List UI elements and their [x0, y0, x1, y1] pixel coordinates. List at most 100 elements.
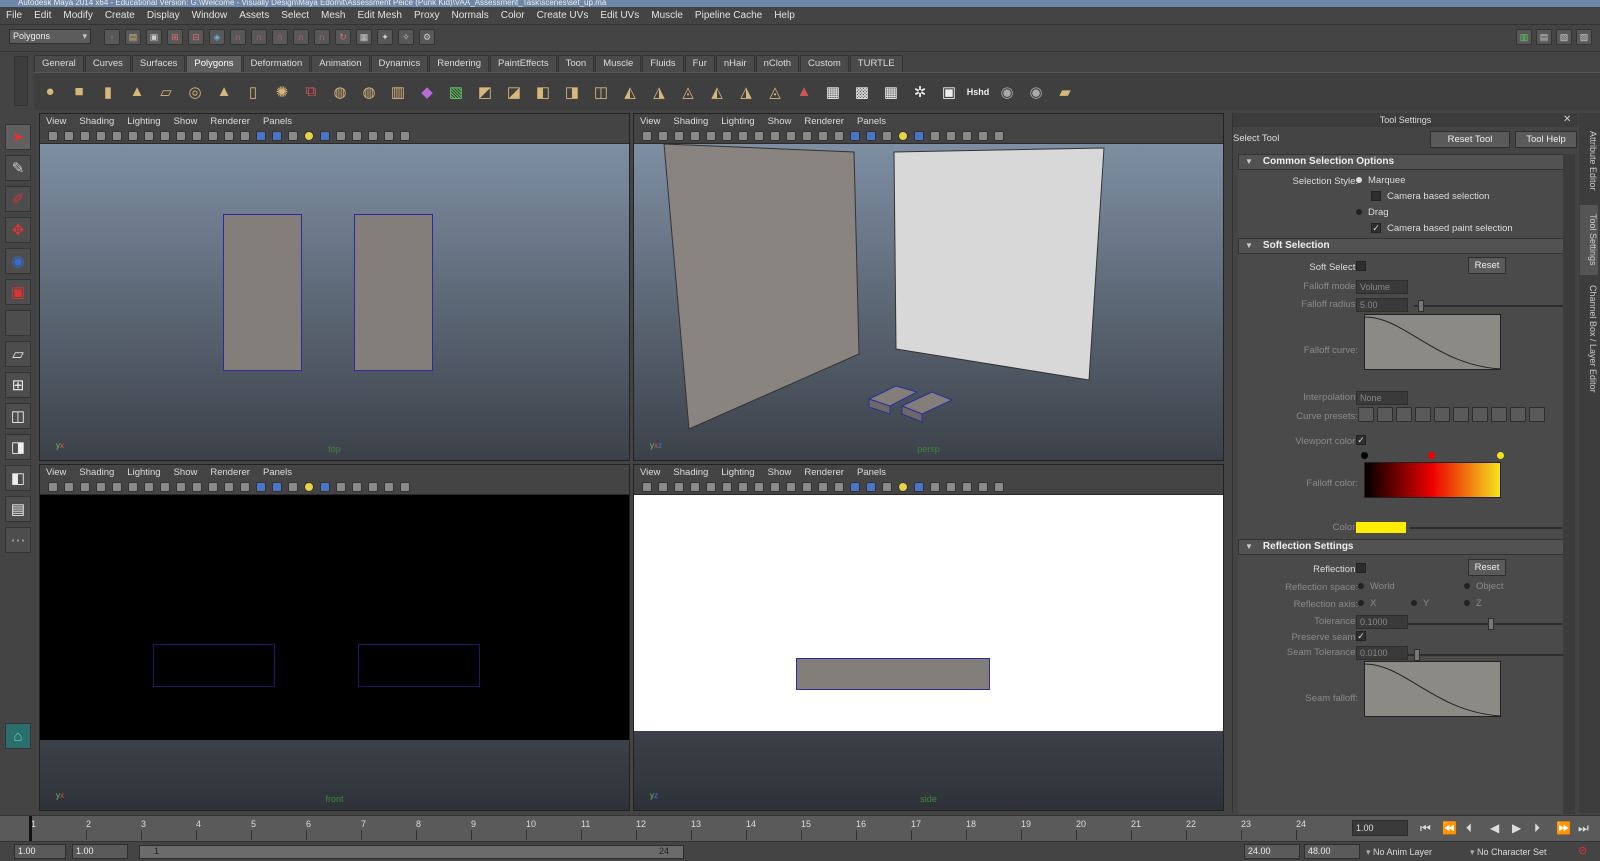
anti-aliasing-icon[interactable]: [400, 481, 410, 492]
menu-create[interactable]: Create: [99, 10, 141, 21]
shelf-tab-deformation[interactable]: Deformation: [242, 55, 311, 72]
select-hierarchy-icon[interactable]: ⊞: [167, 29, 183, 45]
playback-start-field[interactable]: 1.00: [72, 844, 128, 859]
safe-action-icon[interactable]: [208, 481, 218, 492]
viewport-top[interactable]: View Shading Lighting Show Renderer Pane…: [39, 113, 630, 461]
tab-channel-box[interactable]: Channel Box / Layer Editor: [1580, 279, 1598, 399]
append-polygon-icon[interactable]: ◪: [502, 80, 526, 104]
planar-mapping-icon[interactable]: ▦: [821, 80, 845, 104]
poly-cube-icon[interactable]: ■: [67, 80, 91, 104]
ramp-handle-black[interactable]: [1361, 452, 1368, 459]
step-forward-key-icon[interactable]: ⏵: [1534, 821, 1540, 836]
scale-tool-icon[interactable]: ▣: [5, 279, 31, 305]
range-slider[interactable]: 1 24: [139, 845, 684, 859]
color-swatch[interactable]: [1356, 522, 1406, 533]
render-settings-icon[interactable]: ⚙: [419, 29, 435, 45]
smooth-shade-icon[interactable]: [256, 481, 266, 492]
tolerance-slider[interactable]: [1408, 618, 1572, 630]
render-icon[interactable]: ✦: [377, 29, 393, 45]
new-scene-icon[interactable]: ▫: [104, 29, 120, 45]
select-component-icon[interactable]: ◈: [209, 29, 225, 45]
reset-tool-button[interactable]: Reset Tool: [1430, 131, 1510, 148]
collapse-arrow-icon[interactable]: ▼: [1245, 239, 1253, 253]
curve-preset-10-icon[interactable]: [1529, 407, 1545, 422]
isolate-select-icon[interactable]: [946, 130, 956, 141]
move-tool-icon[interactable]: ✥: [5, 217, 31, 243]
smooth-icon[interactable]: ◍: [357, 80, 381, 104]
ramp-handle-red[interactable]: [1428, 452, 1435, 459]
panel-menu-renderer[interactable]: Renderer: [804, 467, 844, 478]
bridge-icon[interactable]: ◩: [473, 80, 497, 104]
wedge-icon[interactable]: ◭: [705, 80, 729, 104]
insert-edge-loop-icon[interactable]: ◨: [560, 80, 584, 104]
viewport-color-checkbox[interactable]: ✓: [1356, 435, 1366, 446]
render-view-icon[interactable]: ▦: [356, 29, 372, 45]
step-back-key-icon[interactable]: ⏴: [1466, 821, 1472, 836]
smooth-shade-icon[interactable]: [850, 481, 860, 492]
shelf-tab-dynamics[interactable]: Dynamics: [370, 55, 429, 72]
toggle-tool-settings-icon[interactable]: ▧: [1556, 29, 1572, 45]
shelf-tab-turtle[interactable]: TURTLE: [849, 55, 903, 72]
seam-tolerance-field[interactable]: 0.0100: [1356, 646, 1408, 660]
camera-based-paint-checkbox[interactable]: ✓: [1371, 223, 1381, 234]
textured-icon[interactable]: [882, 130, 892, 141]
textured-icon[interactable]: [882, 481, 892, 492]
snap-surface-icon[interactable]: ∩: [314, 29, 330, 45]
lock-camera-icon[interactable]: [658, 130, 668, 141]
film-gate-icon[interactable]: [738, 481, 748, 492]
time-slider[interactable]: 1 2 3 4 5 6 7 8 9 10 11 12 13 14 15 16 17 18 19 20 21 22 23 24 …: [0, 815, 1600, 842]
use-all-lights-icon[interactable]: [304, 481, 314, 492]
panel-menu-panels[interactable]: Panels: [263, 467, 292, 478]
safe-title-icon[interactable]: [224, 130, 234, 141]
select-tool-icon[interactable]: ➤: [5, 124, 31, 150]
curve-preset-9-icon[interactable]: [1510, 407, 1526, 422]
axis-z-radio[interactable]: [1464, 600, 1470, 607]
ambient-occlusion-icon[interactable]: [962, 130, 972, 141]
poly-cone-icon[interactable]: ▲: [125, 80, 149, 104]
section-common-selection[interactable]: ▼ Common Selection Options: [1238, 154, 1575, 170]
panel-menu-lighting[interactable]: Lighting: [721, 116, 754, 127]
isolate-select-icon[interactable]: [352, 130, 362, 141]
automatic-mapping-icon[interactable]: ✲: [908, 80, 932, 104]
resolution-gate-icon[interactable]: [754, 481, 764, 492]
textured-icon[interactable]: [288, 130, 298, 141]
menu-edit-mesh[interactable]: Edit Mesh: [351, 10, 407, 21]
viewport-side[interactable]: View Shading Lighting Show Renderer Pane…: [633, 464, 1224, 811]
anti-aliasing-icon[interactable]: [994, 130, 1004, 141]
seam-falloff-graph[interactable]: [1364, 661, 1501, 717]
safe-title-icon[interactable]: [818, 130, 828, 141]
maya-logo-icon[interactable]: ⌂: [5, 723, 31, 749]
menu-edit-uvs[interactable]: Edit UVs: [594, 10, 645, 21]
section-soft-selection[interactable]: ▼ Soft Selection: [1238, 238, 1575, 254]
current-time-field[interactable]: 1.00: [1352, 820, 1408, 836]
reflection-checkbox[interactable]: [1356, 563, 1366, 574]
wireframe-icon[interactable]: [834, 481, 844, 492]
image-plane-icon[interactable]: [112, 481, 122, 492]
single-perspective-layout-icon[interactable]: ▱: [5, 341, 31, 367]
tool-settings-scroll[interactable]: ▼ Common Selection Options Selection Styl…: [1238, 154, 1575, 814]
interpolation-dropdown[interactable]: None: [1356, 391, 1408, 405]
assign-texture-icon[interactable]: ◉: [1024, 80, 1048, 104]
block-side-view[interactable]: [796, 658, 990, 690]
curve-preset-3-icon[interactable]: [1396, 407, 1412, 422]
motion-blur-icon[interactable]: [978, 130, 988, 141]
safe-action-icon[interactable]: [802, 481, 812, 492]
lock-camera-icon[interactable]: [64, 481, 74, 492]
toggle-channel-box-icon[interactable]: ▨: [1576, 29, 1592, 45]
shelf-tab-muscle[interactable]: Muscle: [595, 55, 642, 72]
reduce-icon[interactable]: ▥: [386, 80, 410, 104]
spherical-mapping-icon[interactable]: ▦: [879, 80, 903, 104]
ambient-occlusion-icon[interactable]: [962, 481, 972, 492]
character-set-dropdown[interactable]: ▾ No Character Set: [1470, 845, 1576, 859]
panel-menu-panels[interactable]: Panels: [857, 116, 886, 127]
select-camera-icon[interactable]: [48, 130, 58, 141]
tab-attribute-editor[interactable]: Attribute Editor: [1580, 121, 1598, 201]
panel-menu-view[interactable]: View: [640, 467, 660, 478]
curve-preset-4-icon[interactable]: [1415, 407, 1431, 422]
image-plane-icon[interactable]: [112, 130, 122, 141]
assign-material-icon[interactable]: ◉: [995, 80, 1019, 104]
curve-preset-6-icon[interactable]: [1453, 407, 1469, 422]
shelf-tab-nhair[interactable]: nHair: [715, 55, 755, 72]
gate-mask-icon[interactable]: [770, 130, 780, 141]
poly-pyramid-icon[interactable]: ▲: [212, 80, 236, 104]
